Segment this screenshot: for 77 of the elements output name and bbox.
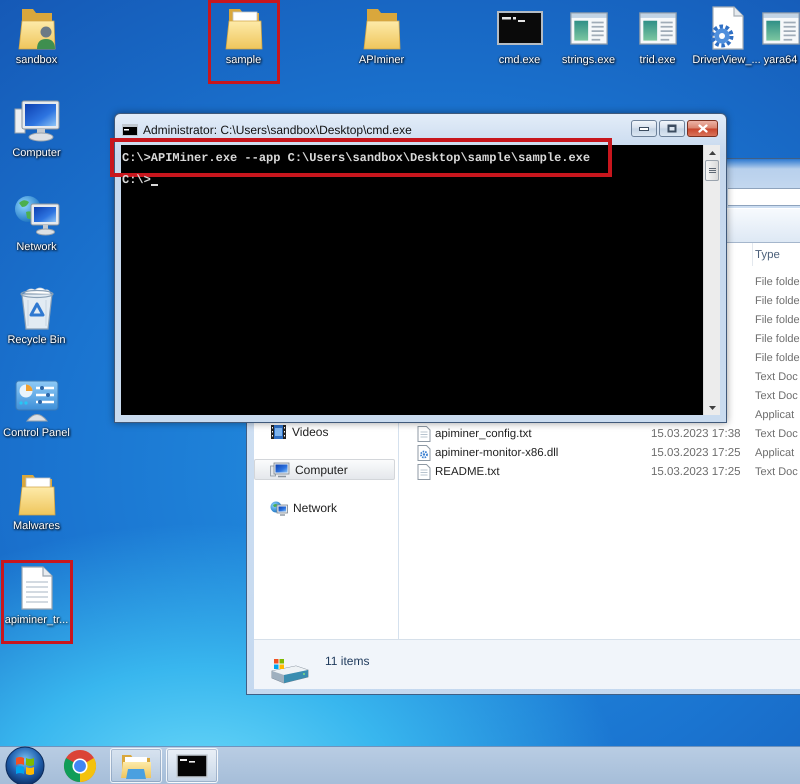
gear-file-icon <box>417 444 431 460</box>
window-title: Administrator: C:\Users\sandbox\Desktop\cmd.exe <box>143 122 412 136</box>
column-header[interactable]: Type <box>752 243 800 266</box>
maximize-button[interactable] <box>659 120 685 137</box>
file-type: Text Doc <box>754 390 798 402</box>
file-type: File folde <box>754 332 800 344</box>
window-icon[interactable] <box>638 12 676 44</box>
grip-icon <box>708 168 716 173</box>
maximize-icon <box>667 124 677 133</box>
file-type: Applicat <box>754 408 794 420</box>
text-file-icon <box>417 426 431 442</box>
file-type: Text Doc <box>754 466 798 478</box>
shortcut-label[interactable]: Network <box>16 240 57 254</box>
console-line: C:\>APIMiner.exe --app C:\Users\sandbox\Desktop\sample\sample.exe <box>122 150 590 167</box>
window-icon[interactable] <box>762 12 800 44</box>
shortcut-label[interactable]: APIminer <box>358 54 404 67</box>
taskbar-button[interactable] <box>166 748 218 783</box>
console-line: C:\> <box>122 172 151 189</box>
shortcut-label[interactable]: cmd.exe <box>498 54 540 67</box>
shortcut-label[interactable]: Computer <box>12 147 61 160</box>
document-folder-icon[interactable] <box>224 6 264 50</box>
browser-icon <box>63 748 97 782</box>
scrollbar-thumb[interactable] <box>705 160 719 181</box>
file-type: Applicat <box>754 446 794 458</box>
shortcut-label[interactable]: sample <box>226 54 262 67</box>
minimize-button[interactable] <box>631 120 657 137</box>
minimize-icon <box>639 126 649 130</box>
shortcut-label[interactable]: apiminer_tr... <box>4 614 68 627</box>
shortcut-label[interactable]: sandbox <box>16 54 58 67</box>
file-type: File folde <box>754 314 800 326</box>
up-arrow-icon <box>708 150 716 154</box>
gear-document-icon[interactable] <box>708 6 746 50</box>
file-type: Text Doc <box>754 370 798 382</box>
folder-icon[interactable] <box>362 6 402 50</box>
modified-date: 15.03.2023 17:25 <box>651 466 741 478</box>
file-name[interactable]: apiminer-monitor-x86.dll <box>435 446 558 458</box>
console-icon <box>176 754 208 778</box>
user-folder-icon[interactable] <box>16 6 56 50</box>
close-icon <box>698 124 708 133</box>
modified-date: 15.03.2023 17:25 <box>651 446 741 458</box>
control-panel-icon[interactable] <box>14 380 58 422</box>
nav-item[interactable]: Network <box>254 497 395 518</box>
computer-icon[interactable] <box>14 100 60 142</box>
text-file-icon[interactable] <box>20 566 54 610</box>
nav-item[interactable]: Videos <box>254 421 395 442</box>
shortcut-label[interactable]: Recycle Bin <box>7 334 66 347</box>
globe-monitor-icon <box>270 500 288 516</box>
text-file-icon <box>417 464 431 480</box>
file-name[interactable]: apiminer_config.txt <box>435 428 532 440</box>
close-button[interactable] <box>687 120 718 137</box>
file-type: File folde <box>754 352 800 364</box>
item-count: 11 items <box>325 654 370 668</box>
down-arrow-icon <box>708 406 716 410</box>
file-type: Text Doc <box>754 428 798 440</box>
shortcut-label[interactable]: yara64 <box>764 54 798 67</box>
film-icon <box>270 424 287 440</box>
shortcut-label[interactable]: trid.exe <box>639 54 676 67</box>
window-icon[interactable] <box>570 12 608 44</box>
hard-drive-icon <box>270 658 310 684</box>
shortcut-label[interactable]: DriverView_... <box>692 54 761 67</box>
start-icon <box>5 746 45 784</box>
file-type: File folde <box>754 294 800 306</box>
shortcut-label[interactable]: strings.exe <box>562 54 616 67</box>
console-icon[interactable] <box>496 11 542 45</box>
file-type: File folde <box>754 276 800 288</box>
shortcut-label[interactable]: Control Panel <box>3 427 70 440</box>
modified-date: 15.03.2023 17:38 <box>651 428 741 440</box>
console-icon <box>122 124 138 136</box>
document-folder-icon[interactable] <box>16 472 56 516</box>
start-button[interactable] <box>4 746 46 784</box>
nav-item[interactable]: Computer <box>254 459 395 480</box>
address-field[interactable] <box>728 188 800 206</box>
shortcut-label[interactable]: Malwares <box>12 520 60 534</box>
trash-bin-icon[interactable] <box>18 286 54 330</box>
file-name[interactable]: README.txt <box>435 466 500 478</box>
globe-monitor-icon[interactable] <box>14 194 60 236</box>
computer-icon <box>270 462 290 478</box>
